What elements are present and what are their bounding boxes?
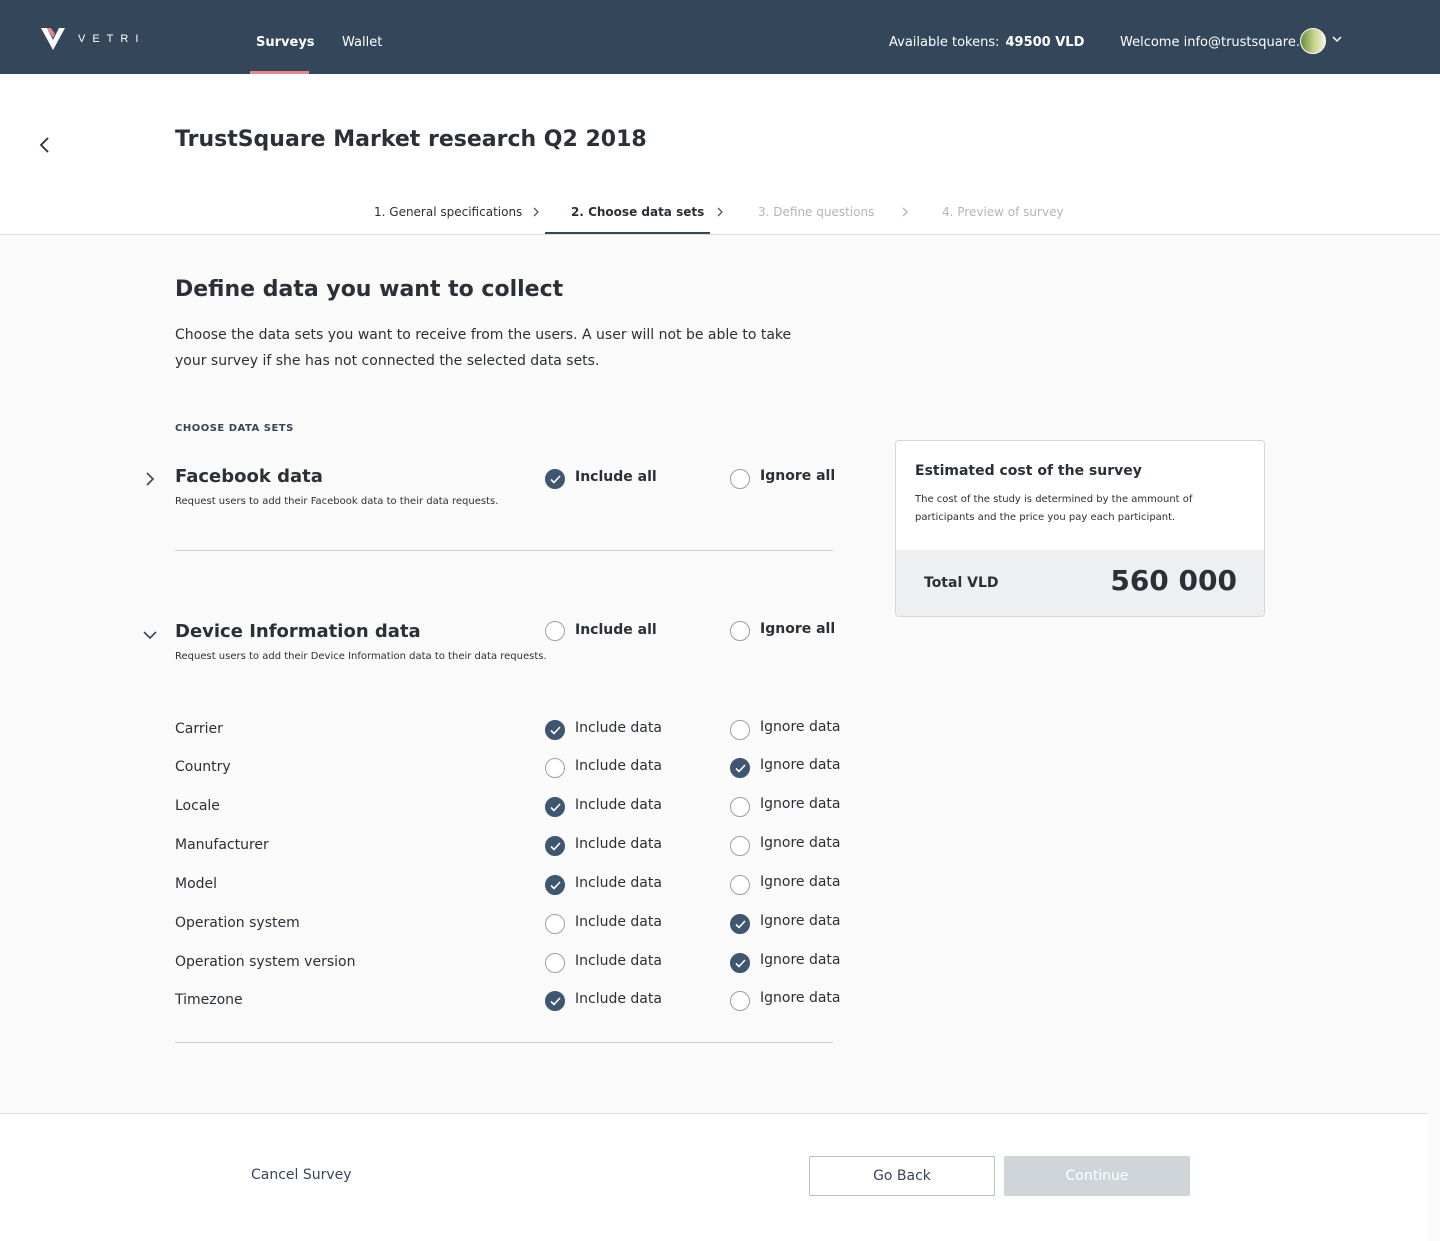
check-icon — [735, 959, 746, 968]
country-ignore-radio[interactable] — [730, 758, 750, 778]
manufacturer-ignore-label[interactable]: Ignore data — [760, 835, 841, 851]
carrier-ignore-radio[interactable] — [730, 720, 750, 740]
total-label: Total VLD — [924, 575, 999, 591]
chevron-right-icon[interactable] — [143, 472, 157, 486]
operation-system-version-ignore-label[interactable]: Ignore data — [760, 952, 841, 968]
timezone-include-label[interactable]: Include data — [575, 991, 662, 1007]
nav-wallet[interactable]: Wallet — [342, 35, 382, 50]
step-choose-data-sets[interactable]: 2. Choose data sets — [571, 205, 704, 219]
page-title: TrustSquare Market research Q2 2018 — [175, 127, 647, 152]
welcome-user: Welcome info@trustsquare.ch — [1120, 35, 1316, 50]
manufacturer-include-radio[interactable] — [545, 836, 565, 856]
carrier-include-label[interactable]: Include data — [575, 720, 662, 736]
tokens-label: Available tokens: — [889, 35, 1000, 50]
row-label-timezone: Timezone — [175, 992, 243, 1008]
locale-ignore-label[interactable]: Ignore data — [760, 796, 841, 812]
manufacturer-include-label[interactable]: Include data — [575, 836, 662, 852]
facebook-include-all-label[interactable]: Include all — [575, 469, 657, 485]
go-back-button[interactable]: Go Back — [809, 1156, 995, 1196]
model-ignore-radio[interactable] — [730, 875, 750, 895]
device-ignore-all-radio[interactable] — [730, 621, 750, 641]
avatar[interactable] — [1300, 28, 1326, 54]
model-include-label[interactable]: Include data — [575, 875, 662, 891]
model-ignore-label[interactable]: Ignore data — [760, 874, 841, 890]
chevron-down-icon[interactable] — [143, 628, 157, 642]
operation-system-include-label[interactable]: Include data — [575, 914, 662, 930]
device-include-all-label[interactable]: Include all — [575, 622, 657, 638]
model-include-radio[interactable] — [545, 875, 565, 895]
timezone-ignore-radio[interactable] — [730, 991, 750, 1011]
device-include-all-radio[interactable] — [545, 621, 565, 641]
device-group-description: Request users to add their Device Inform… — [175, 651, 547, 662]
continue-button[interactable]: Continue — [1004, 1156, 1190, 1196]
operation-system-version-include-label[interactable]: Include data — [575, 953, 662, 969]
row-label-locale: Locale — [175, 798, 220, 814]
cancel-survey-link[interactable]: Cancel Survey — [251, 1167, 352, 1183]
choose-data-sets-label: CHOOSE DATA SETS — [175, 423, 294, 434]
facebook-group-title[interactable]: Facebook data — [175, 466, 323, 487]
check-icon — [735, 920, 746, 929]
locale-ignore-radio[interactable] — [730, 797, 750, 817]
cost-description: The cost of the study is determined by t… — [915, 494, 1193, 523]
country-ignore-label[interactable]: Ignore data — [760, 757, 841, 773]
group-divider — [175, 1042, 833, 1043]
cost-title: Estimated cost of the survey — [915, 463, 1142, 479]
chevron-right-icon — [717, 207, 723, 217]
chevron-down-icon[interactable] — [1332, 34, 1342, 44]
check-icon — [550, 475, 561, 484]
device-group-title[interactable]: Device Information data — [175, 621, 421, 642]
section-title: Define data you want to collect — [175, 277, 564, 302]
country-include-radio[interactable] — [545, 758, 565, 778]
operation-system-ignore-radio[interactable] — [730, 914, 750, 934]
facebook-ignore-all-radio[interactable] — [730, 469, 750, 489]
back-arrow-icon[interactable] — [36, 136, 54, 154]
row-label-model: Model — [175, 876, 218, 892]
vetri-logo-icon[interactable] — [40, 26, 66, 52]
facebook-ignore-all-label[interactable]: Ignore all — [760, 468, 835, 484]
available-tokens: Available tokens: 49500 VLD — [889, 35, 1084, 50]
section-description: Choose the data sets you want to receive… — [175, 327, 792, 369]
facebook-group-description: Request users to add their Facebook data… — [175, 496, 499, 507]
operation-system-ignore-label[interactable]: Ignore data — [760, 913, 841, 929]
row-label-country: Country — [175, 759, 231, 775]
facebook-include-all-radio[interactable] — [545, 469, 565, 489]
locale-include-label[interactable]: Include data — [575, 797, 662, 813]
check-icon — [550, 997, 561, 1006]
check-icon — [550, 842, 561, 851]
row-label-manufacturer: Manufacturer — [175, 837, 269, 853]
step-preview-of-survey[interactable]: 4. Preview of survey — [942, 205, 1064, 219]
device-ignore-all-label[interactable]: Ignore all — [760, 621, 835, 637]
operation-system-version-include-radio[interactable] — [545, 953, 565, 973]
cost-total-row: Total VLD 560 000 — [896, 550, 1264, 616]
active-step-indicator — [545, 232, 710, 234]
operation-system-include-radio[interactable] — [545, 914, 565, 934]
timezone-ignore-label[interactable]: Ignore data — [760, 990, 841, 1006]
operation-system-version-ignore-radio[interactable] — [730, 953, 750, 973]
total-value: 560 000 — [1110, 564, 1237, 597]
timezone-include-radio[interactable] — [545, 991, 565, 1011]
carrier-include-radio[interactable] — [545, 720, 565, 740]
top-navigation-bar: VETRI Surveys Wallet Available tokens: 49… — [0, 0, 1440, 74]
tokens-value: 49500 VLD — [1005, 35, 1085, 50]
row-label-operation-system: Operation system — [175, 915, 300, 931]
brand-name: VETRI — [78, 33, 146, 45]
check-icon — [735, 764, 746, 773]
row-label-carrier: Carrier — [175, 721, 223, 737]
locale-include-radio[interactable] — [545, 797, 565, 817]
chevron-right-icon — [902, 207, 908, 217]
row-label-operation-system-version: Operation system version — [175, 954, 356, 970]
check-icon — [550, 881, 561, 890]
check-icon — [550, 726, 561, 735]
group-divider — [175, 550, 833, 551]
nav-surveys[interactable]: Surveys — [256, 35, 315, 50]
step-define-questions[interactable]: 3. Define questions — [758, 205, 874, 219]
carrier-ignore-label[interactable]: Ignore data — [760, 719, 841, 735]
footer-bar: Cancel Survey Go Back Continue — [0, 1113, 1428, 1241]
country-include-label[interactable]: Include data — [575, 758, 662, 774]
chevron-right-icon — [533, 207, 539, 217]
estimated-cost-card: Estimated cost of the survey The cost of… — [895, 440, 1265, 617]
check-icon — [550, 803, 561, 812]
manufacturer-ignore-radio[interactable] — [730, 836, 750, 856]
step-general-specifications[interactable]: 1. General specifications — [374, 205, 522, 219]
